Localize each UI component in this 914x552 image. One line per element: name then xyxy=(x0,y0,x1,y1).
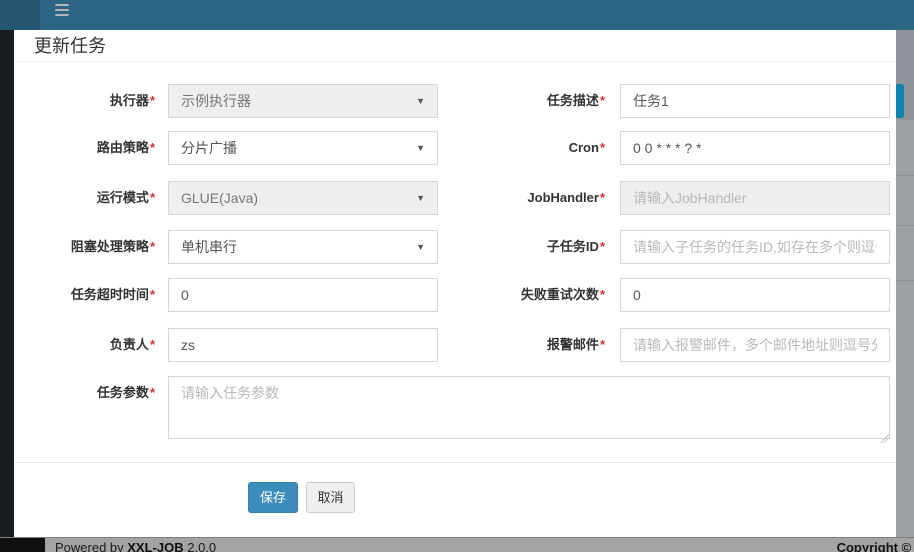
timeout-input[interactable] xyxy=(168,278,438,312)
job-handler-label: JobHandler* xyxy=(434,181,605,215)
page-footer: Powered by XXL-JOB 2.0.0 Copyright © 2 xyxy=(0,537,914,552)
cancel-button[interactable]: 取消 xyxy=(306,482,355,513)
executor-select: 示例执行器 ▼ xyxy=(168,84,438,118)
child-job-label: 子任务ID* xyxy=(434,230,605,264)
title-divider xyxy=(14,61,896,62)
fail-retry-input[interactable] xyxy=(620,278,890,312)
alarm-email-label: 报警邮件* xyxy=(434,328,605,362)
powered-by-text: Powered by XXL-JOB 2.0.0 xyxy=(55,540,216,552)
glue-type-select: GLUE(Java) ▼ xyxy=(168,181,438,215)
chevron-down-icon: ▼ xyxy=(416,193,425,203)
navbar-logo-area xyxy=(0,0,40,30)
alarm-email-input[interactable] xyxy=(620,328,890,362)
job-param-textarea[interactable] xyxy=(168,376,890,439)
job-param-label: 任务参数* xyxy=(14,376,155,410)
route-strategy-label: 路由策略* xyxy=(14,131,155,165)
footer-divider xyxy=(14,462,896,463)
chevron-down-icon: ▼ xyxy=(416,143,425,153)
fail-retry-label: 失败重试次数* xyxy=(434,278,605,312)
block-strategy-label: 阻塞处理策略* xyxy=(14,230,155,264)
textarea-resize-grip[interactable] xyxy=(880,434,889,443)
job-desc-label: 任务描述* xyxy=(434,84,605,118)
glue-type-label: 运行模式* xyxy=(14,181,155,215)
sidebar-edge xyxy=(0,30,14,537)
background-button-fragment xyxy=(895,84,904,118)
brand-name: XXL-JOB xyxy=(127,540,183,552)
cron-input[interactable] xyxy=(620,131,890,165)
job-desc-input[interactable] xyxy=(620,84,890,118)
block-strategy-select[interactable]: 单机串行 ▼ xyxy=(168,230,438,264)
executor-label: 执行器* xyxy=(14,84,155,118)
save-button[interactable]: 保存 xyxy=(248,482,298,513)
copyright-text: Copyright © 2 xyxy=(837,540,914,552)
sidebar-toggle-icon[interactable] xyxy=(55,4,69,16)
child-job-input[interactable] xyxy=(620,230,890,264)
chevron-down-icon: ▼ xyxy=(416,96,425,106)
cron-label: Cron* xyxy=(434,131,605,165)
timeout-label: 任务超时时间* xyxy=(14,278,155,312)
update-job-dialog: 更新任务 执行器* 示例执行器 ▼ 任务描述* 路由策略* 分片广播 ▼ Cro… xyxy=(14,30,896,537)
route-strategy-select[interactable]: 分片广播 ▼ xyxy=(168,131,438,165)
sidebar-footer-block xyxy=(0,538,45,552)
chevron-down-icon: ▼ xyxy=(416,242,425,252)
author-label: 负责人* xyxy=(14,328,155,362)
dialog-title: 更新任务 xyxy=(34,33,106,59)
job-handler-input xyxy=(620,181,890,215)
top-navbar xyxy=(0,0,914,30)
author-input[interactable] xyxy=(168,328,438,362)
